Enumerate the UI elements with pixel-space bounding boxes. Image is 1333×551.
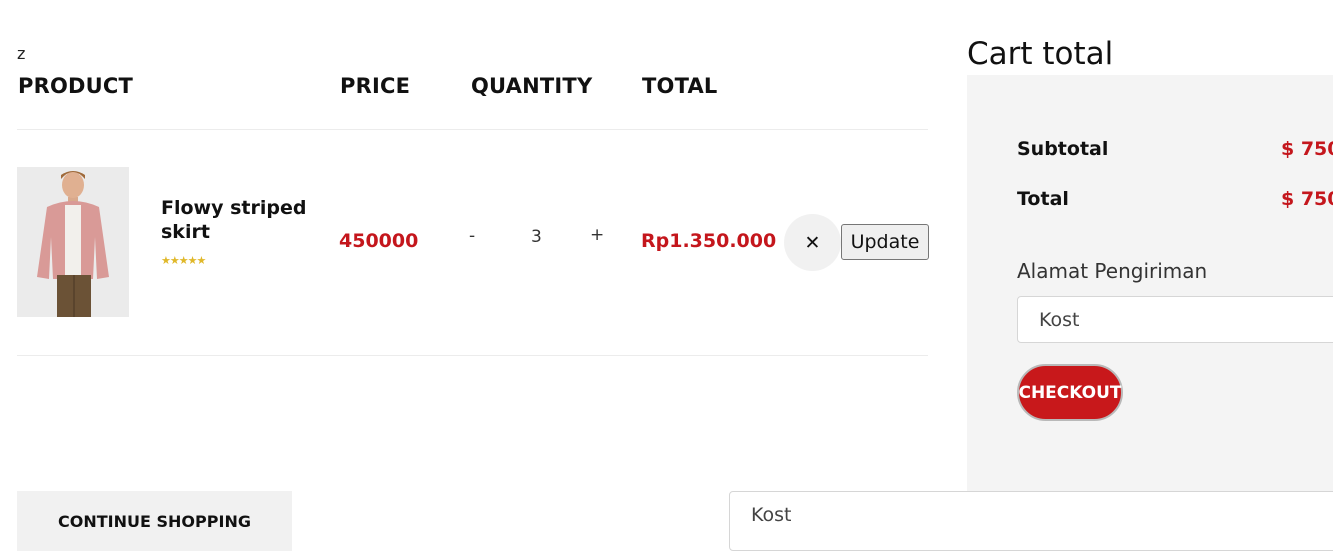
- shipping-address-select[interactable]: Kost: [1017, 296, 1333, 343]
- address-select-bottom[interactable]: Kost: [729, 491, 1333, 551]
- remove-item-button[interactable]: ✕: [784, 214, 841, 271]
- table-divider-top: [17, 129, 928, 130]
- subtotal-label: Subtotal: [1017, 138, 1109, 160]
- shipping-address-value: Kost: [1039, 308, 1080, 331]
- quantity-increase-button[interactable]: +: [590, 225, 604, 245]
- product-price: 450000: [339, 230, 419, 252]
- row-total: Rp1.350.000: [641, 230, 777, 252]
- subtotal-value: $ 750: [1281, 138, 1333, 160]
- column-header-quantity: QUANTITY: [471, 74, 593, 98]
- address-select-bottom-value: Kost: [751, 504, 792, 526]
- close-icon: ✕: [804, 231, 821, 254]
- continue-shopping-label: CONTINUE SHOPPING: [58, 512, 251, 531]
- checkout-button[interactable]: CHECKOUT: [1017, 364, 1123, 421]
- quantity-value: 3: [531, 227, 542, 247]
- total-value: $ 750: [1281, 188, 1333, 210]
- column-header-product: PRODUCT: [18, 74, 134, 98]
- column-header-total: TOTAL: [642, 74, 718, 98]
- product-rating-stars: ★★★★★: [161, 254, 206, 267]
- shipping-address-label: Alamat Pengiriman: [1017, 259, 1208, 283]
- column-header-price: PRICE: [340, 74, 411, 98]
- cart-total-title: Cart total: [967, 36, 1114, 72]
- continue-shopping-button[interactable]: CONTINUE SHOPPING: [17, 491, 292, 551]
- quantity-decrease-button[interactable]: -: [469, 226, 475, 246]
- product-name[interactable]: Flowy striped skirt: [161, 196, 321, 244]
- stray-text: z: [17, 44, 26, 63]
- table-divider-bottom: [17, 355, 928, 356]
- update-button[interactable]: Update: [841, 224, 929, 260]
- product-image[interactable]: [17, 167, 129, 317]
- total-label: Total: [1017, 188, 1069, 210]
